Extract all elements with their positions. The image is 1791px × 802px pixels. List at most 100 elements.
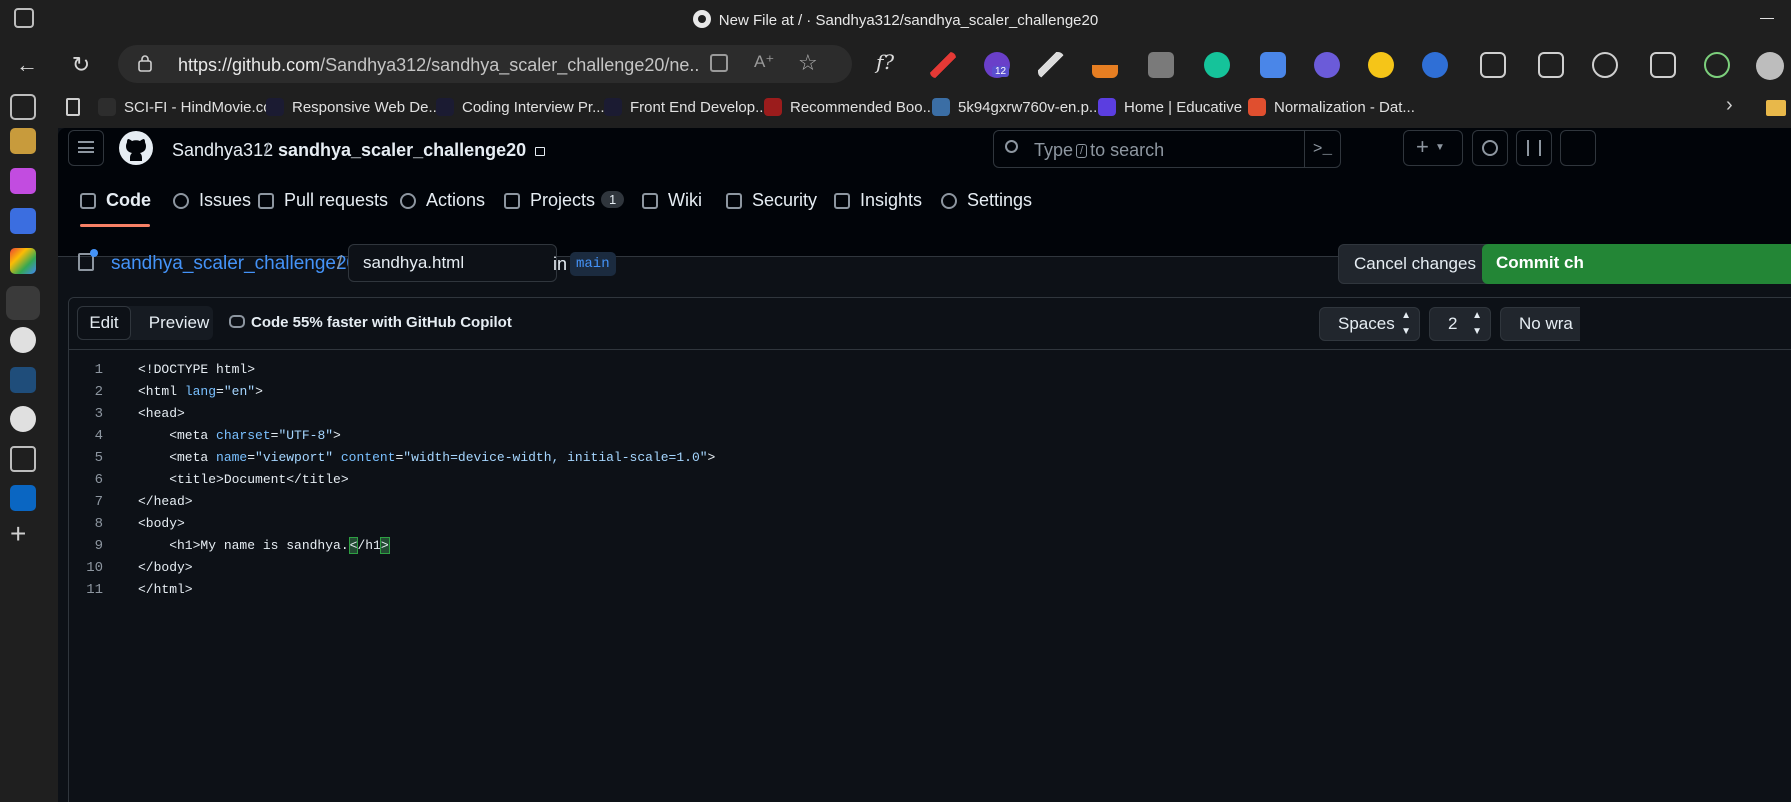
translate-icon[interactable] <box>1260 52 1286 78</box>
extensions-puzzle-icon[interactable] <box>1480 52 1506 78</box>
tab-pull-requests[interactable]: Pull requests <box>258 190 388 211</box>
code-text: </body> <box>138 560 193 575</box>
issue-icon <box>173 193 189 209</box>
github-header: Sandhya312 / sandhya_scaler_challenge20 … <box>58 128 1791 257</box>
tds-app-icon[interactable] <box>10 367 36 393</box>
repo-name-link[interactable]: sandhya_scaler_challenge20 <box>278 140 546 161</box>
bookmark-item[interactable]: Front End Develop... <box>604 98 768 116</box>
tab-actions-icon[interactable] <box>10 94 36 120</box>
color-picker-icon[interactable] <box>1038 52 1064 78</box>
pen-extension-icon[interactable] <box>930 52 956 78</box>
github-logo-icon[interactable] <box>118 130 154 166</box>
favorites-icon[interactable] <box>1592 52 1618 78</box>
indent-size-select[interactable]: 2 ▲ ▼ <box>1429 307 1491 341</box>
tab-insights[interactable]: Insights <box>834 190 922 211</box>
document-icon[interactable] <box>66 98 80 116</box>
github-sidebar-icon-1[interactable] <box>6 286 40 320</box>
collections-icon[interactable] <box>1650 52 1676 78</box>
read-aloud-icon[interactable]: A⁺ <box>754 52 774 72</box>
address-bar[interactable]: https://github.com/Sandhya312/sandhya_sc… <box>118 45 852 83</box>
grammarly-icon[interactable] <box>1204 52 1230 78</box>
url-text: https://github.com/Sandhya312/sandhya_sc… <box>178 55 698 75</box>
reload-button[interactable]: ↻ <box>66 50 96 80</box>
browser-toolbar: ← ↻ https://github.com/Sandhya312/sandhy… <box>0 40 1791 90</box>
owner-link[interactable]: Sandhya312 <box>172 140 273 161</box>
code-text: <head> <box>138 406 185 421</box>
tab-security[interactable]: Security <box>726 190 817 211</box>
profile-avatar[interactable] <box>1756 52 1784 80</box>
speaker-icon[interactable] <box>10 446 36 472</box>
tab-issues[interactable]: Issues <box>173 190 251 211</box>
bookmark-label: Home | Educative <box>1124 99 1243 116</box>
editor-toolbar: Edit Preview Code 55% faster with GitHub… <box>69 298 1791 350</box>
bolt-extension-icon[interactable] <box>1422 52 1448 78</box>
code-line: 10 </body> <box>69 557 1791 579</box>
bookmark-item[interactable]: Coding Interview Pr... <box>436 98 605 116</box>
commit-changes-button[interactable]: Commit ch <box>1482 244 1791 284</box>
folder-icon[interactable] <box>1766 100 1786 116</box>
window-title: New File at / · Sandhya312/sandhya_scale… <box>0 10 1791 29</box>
ship-extension-icon[interactable] <box>1092 52 1118 78</box>
bookmark-item[interactable]: SCI-FI - HindMovie.cc <box>98 98 271 116</box>
bookmark-item[interactable]: 5k94gxrw760v-en.p... <box>932 98 1101 116</box>
file-tree-toggle-icon[interactable] <box>78 249 98 271</box>
code-text: <!DOCTYPE html> <box>138 362 256 377</box>
search-input[interactable]: Type / to search >_ <box>993 130 1341 168</box>
code-text: <body> <box>138 516 185 531</box>
issues-button[interactable] <box>1472 130 1508 166</box>
github-sidebar-icon-2[interactable] <box>10 327 36 353</box>
chevron-right-icon[interactable]: › <box>1726 94 1733 117</box>
bookmark-label: Coding Interview Pr... <box>462 99 605 116</box>
select-arrows-icon: ▲ ▼ <box>1472 310 1482 337</box>
copilot-icon <box>229 315 245 328</box>
bookmark-item[interactable]: Responsive Web De... <box>266 98 441 116</box>
video-app-icon-3[interactable] <box>10 208 36 234</box>
extension-badge-icon[interactable]: 12 <box>984 52 1010 78</box>
command-palette-icon[interactable]: >_ <box>1304 131 1340 167</box>
acrobat-extension-icon[interactable] <box>1368 52 1394 78</box>
bookmark-item[interactable]: Normalization - Dat... <box>1248 98 1415 116</box>
camera-icon[interactable] <box>1148 52 1174 78</box>
menu-button[interactable] <box>68 130 104 166</box>
github-icon <box>692 10 711 28</box>
bookmark-label: 5k94gxrw760v-en.p... <box>958 99 1102 116</box>
tab-actions[interactable]: Actions <box>400 190 485 211</box>
create-new-button[interactable]: + ▼ <box>1403 130 1463 166</box>
code-text: <h1>My name is sandhya.</h1> <box>138 537 390 554</box>
cancel-changes-button[interactable]: Cancel changes <box>1338 244 1492 284</box>
projects-count-badge: 1 <box>601 191 625 208</box>
bookmark-item[interactable]: Home | Educative <box>1098 98 1242 116</box>
tab-projects[interactable]: Projects 1 <box>504 190 625 211</box>
formula-extension-icon[interactable]: f? <box>876 50 894 74</box>
code-text: <title>Document</title> <box>138 472 349 487</box>
performance-icon[interactable] <box>1704 52 1730 78</box>
indent-mode-select[interactable]: Spaces ▲ ▼ <box>1319 307 1420 341</box>
split-screen-icon[interactable] <box>1538 52 1564 78</box>
tab-settings[interactable]: Settings <box>941 190 1032 211</box>
minimize-icon[interactable] <box>1760 18 1774 19</box>
app-available-icon[interactable] <box>710 54 728 72</box>
tab-edit[interactable]: Edit <box>77 306 131 340</box>
copilot-promo-link[interactable]: Code 55% faster with GitHub Copilot <box>229 314 512 331</box>
breadcrumb-repo-link[interactable]: sandhya_scaler_challenge20 <box>111 253 357 275</box>
favorite-star-icon[interactable]: ☆ <box>798 50 818 76</box>
inbox-button[interactable] <box>1560 130 1596 166</box>
bookmark-favicon-icon <box>98 98 116 116</box>
video-app-icon-1[interactable] <box>10 128 36 154</box>
back-button[interactable]: ← <box>12 50 42 80</box>
linkedin-icon[interactable] <box>10 485 36 511</box>
pull-requests-button[interactable] <box>1516 130 1552 166</box>
snowflake-extension-icon[interactable] <box>1314 52 1340 78</box>
bookmark-label: SCI-FI - HindMovie.cc <box>124 99 271 116</box>
tab-code[interactable]: Code <box>80 190 151 211</box>
tab-wiki[interactable]: Wiki <box>642 190 702 211</box>
add-app-icon[interactable]: + <box>10 518 26 550</box>
book-icon <box>642 193 658 209</box>
video-app-icon-2[interactable] <box>10 168 36 194</box>
gmail-icon[interactable] <box>10 248 36 274</box>
wrap-mode-select[interactable]: No wra <box>1500 307 1580 341</box>
github-sidebar-icon-3[interactable] <box>10 406 36 432</box>
tab-preview[interactable]: Preview <box>139 306 219 340</box>
bookmark-item[interactable]: Recommended Boo... <box>764 98 935 116</box>
filename-input[interactable] <box>348 244 557 282</box>
